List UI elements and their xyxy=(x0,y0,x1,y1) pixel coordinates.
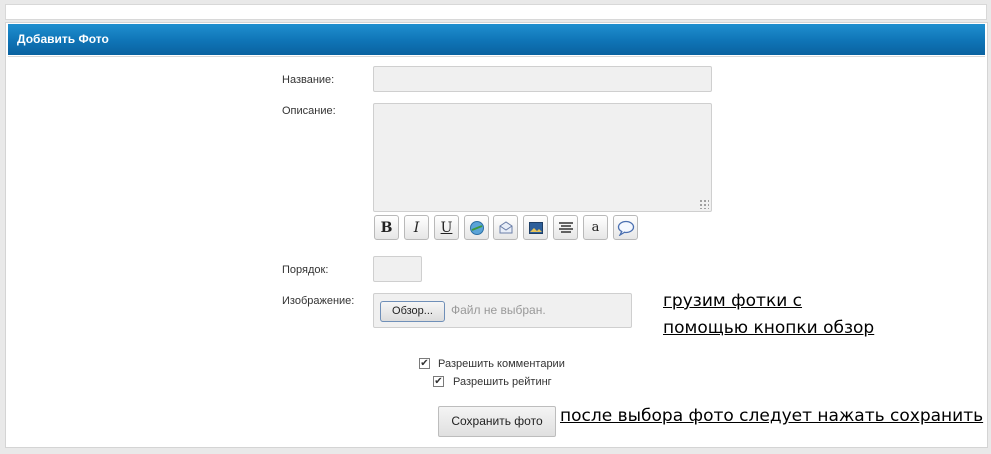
upload-annotation-line2: помощью кнопки обзор xyxy=(663,318,875,338)
allow-rating-label: Разрешить рейтинг xyxy=(453,376,552,388)
align-center-icon[interactable] xyxy=(553,215,578,240)
top-strip xyxy=(5,4,987,20)
link-icon[interactable] xyxy=(464,215,489,240)
email-icon[interactable] xyxy=(493,215,518,240)
save-photo-button[interactable]: Сохранить фото xyxy=(438,406,556,437)
resize-grip-icon[interactable] xyxy=(699,199,709,209)
font-icon[interactable]: a xyxy=(583,215,608,240)
name-label: Название: xyxy=(282,74,335,86)
underline-icon[interactable]: U xyxy=(434,215,459,240)
image-label: Изображение: xyxy=(282,295,355,307)
image-icon[interactable] xyxy=(523,215,548,240)
italic-icon[interactable]: I xyxy=(404,215,429,240)
file-input[interactable]: Обзор... Файл не выбран. xyxy=(373,293,632,328)
description-label: Описание: xyxy=(282,105,336,117)
allow-comments-checkbox[interactable]: ✔ xyxy=(419,358,430,369)
order-input[interactable] xyxy=(373,256,422,282)
save-annotation: после выбора фото следует нажать сохрани… xyxy=(560,406,984,426)
quote-icon[interactable] xyxy=(613,215,638,240)
allow-comments-label: Разрешить комментарии xyxy=(438,358,565,370)
name-input[interactable] xyxy=(373,66,712,92)
header-divider xyxy=(8,56,985,57)
upload-annotation-line1: грузим фотки с xyxy=(663,291,803,311)
allow-rating-checkbox[interactable]: ✔ xyxy=(433,376,444,387)
panel-title: Добавить Фото xyxy=(8,24,985,55)
browse-button[interactable]: Обзор... xyxy=(380,301,445,322)
bold-icon[interactable]: B xyxy=(374,215,399,240)
description-textarea[interactable] xyxy=(373,103,712,212)
file-status: Файл не выбран. xyxy=(451,303,546,317)
order-label: Порядок: xyxy=(282,264,329,276)
